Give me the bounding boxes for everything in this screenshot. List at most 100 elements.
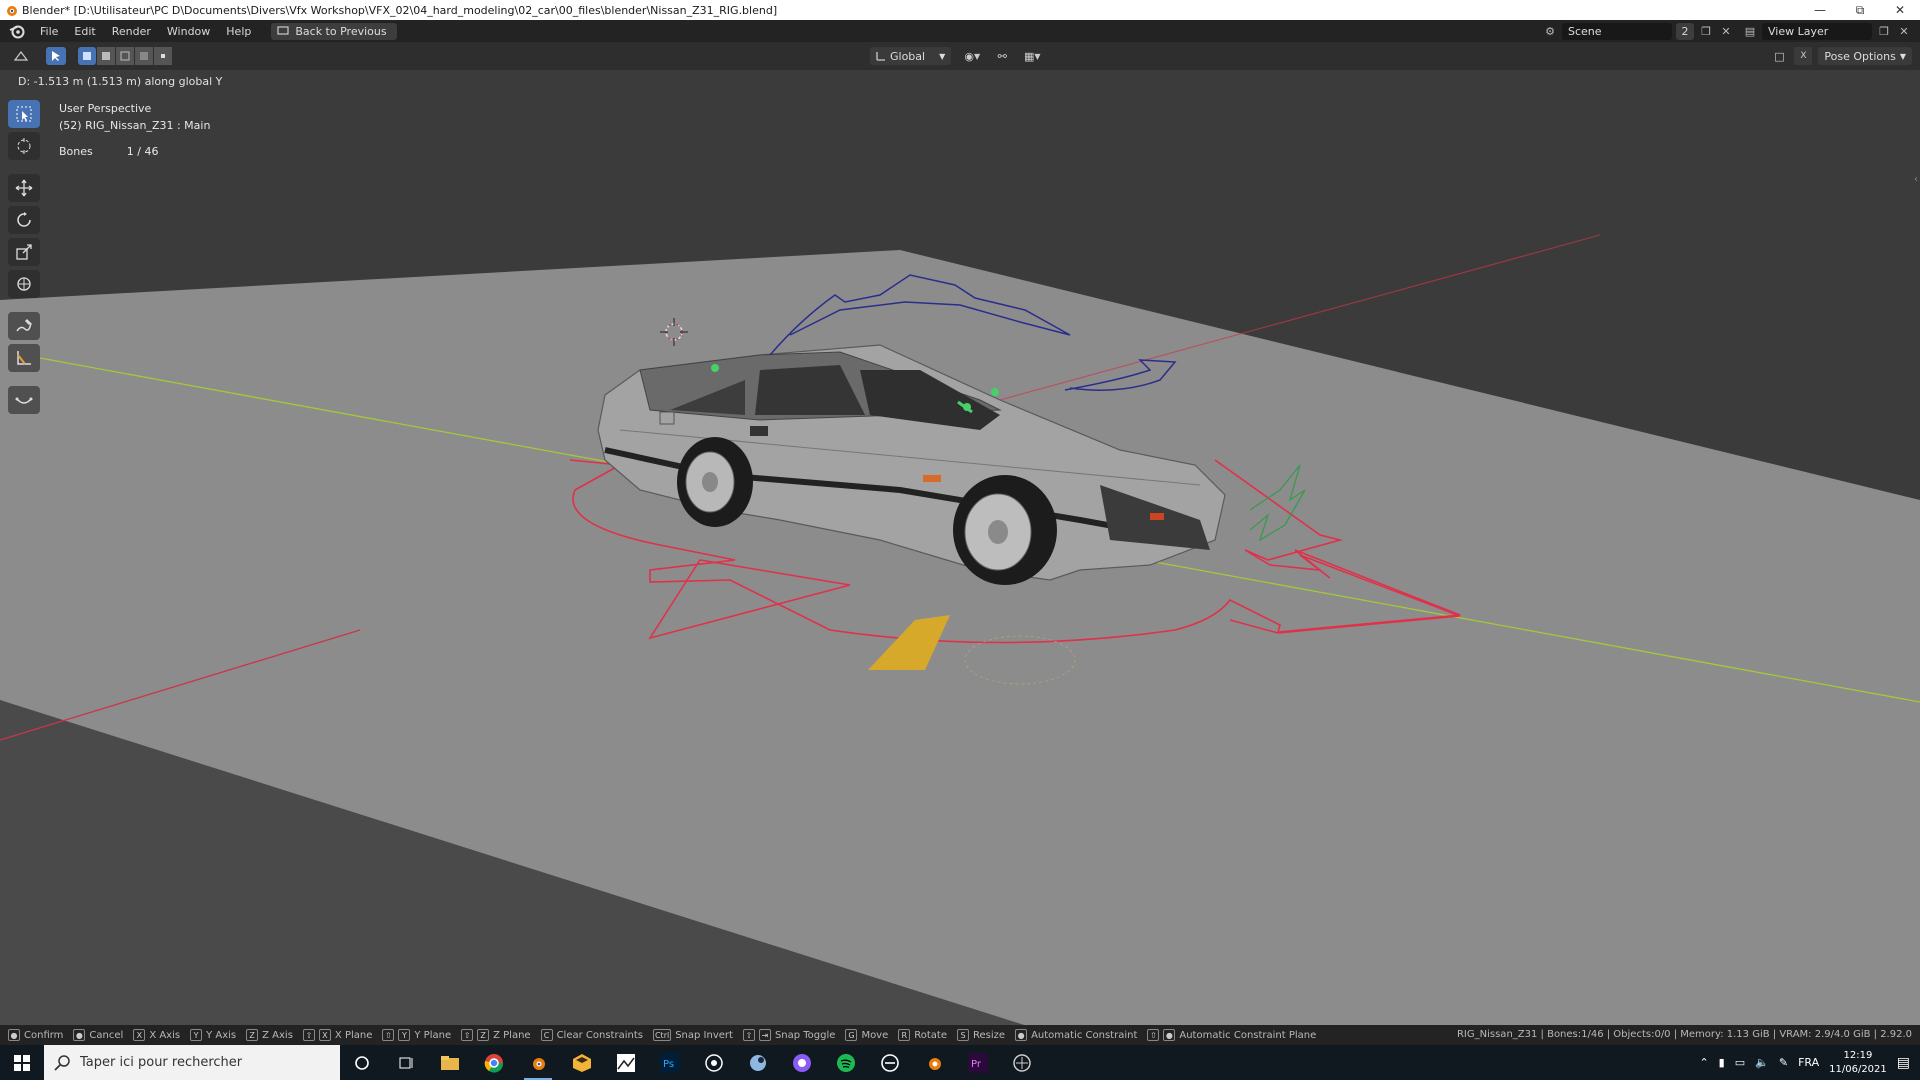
status-resize: S Resize <box>957 1029 1005 1041</box>
move-icon[interactable] <box>8 174 40 202</box>
scene-icon[interactable]: ⚙ <box>1542 23 1558 39</box>
windows-start-icon[interactable] <box>0 1045 44 1080</box>
cortana-icon[interactable] <box>340 1045 384 1080</box>
steam-like-icon[interactable] <box>736 1045 780 1080</box>
set-new-selection-icon[interactable] <box>78 47 96 65</box>
image-viewer-icon[interactable] <box>604 1045 648 1080</box>
delete-scene-icon[interactable]: ✕ <box>1718 23 1734 39</box>
scene-statistics: RIG_Nissan_Z31 | Bones:1/46 | Objects:0/… <box>1456 1029 1912 1040</box>
menu-help[interactable]: Help <box>218 25 259 38</box>
sidebar-toggle-icon[interactable]: ‹ <box>1914 174 1918 185</box>
pivot-point-icon[interactable]: ◉ ▼ <box>957 47 987 65</box>
blender-taskbar-icon[interactable] <box>516 1045 560 1080</box>
viewport-info-overlay: User Perspective (52) RIG_Nissan_Z31 : M… <box>59 100 210 160</box>
svg-text:Pr: Pr <box>971 1059 982 1070</box>
restore-icon[interactable]: ⧉ <box>1840 3 1880 18</box>
view-layer-icon[interactable]: ▤ <box>1742 23 1758 39</box>
tool-shelf <box>8 100 42 414</box>
discord-like-icon[interactable] <box>780 1045 824 1080</box>
mouse-middle-icon: ● <box>1163 1029 1176 1041</box>
delete-view-layer-icon[interactable]: ✕ <box>1896 23 1912 39</box>
system-tray: ⌃ ▮ ▭ 🔈 ✎ FRA 12:19 11/06/2021 ▤ <box>1699 1045 1920 1080</box>
shift-key-icon: ⇧ <box>1147 1029 1160 1041</box>
transform-tools: Global ▼ ◉ ▼ ⚯ ▦ ▼ <box>870 47 1047 65</box>
usb-icon[interactable]: ▮ <box>1719 1056 1725 1069</box>
photoshop-icon[interactable]: Ps <box>648 1045 692 1080</box>
cursor-icon[interactable] <box>8 132 40 160</box>
clock[interactable]: 12:19 11/06/2021 <box>1829 1049 1887 1077</box>
3d-viewport[interactable]: ‹ <box>0 70 1920 1025</box>
scene-users-count[interactable]: 2 <box>1676 22 1694 40</box>
blender-menu-icon[interactable] <box>8 22 26 40</box>
new-view-layer-icon[interactable]: ❐ <box>1876 23 1892 39</box>
pen-icon[interactable]: ✎ <box>1779 1056 1788 1069</box>
language-indicator[interactable]: FRA <box>1798 1056 1819 1069</box>
rotate-icon[interactable] <box>8 206 40 234</box>
status-x-plane: ⇧ X X Plane <box>302 1029 372 1041</box>
annotate-icon[interactable] <box>8 312 40 340</box>
transform-icon[interactable] <box>8 270 40 298</box>
top-menubar: File Edit Render Window Help Back to Pre… <box>0 20 1920 42</box>
mouse-left-icon: ● <box>8 1029 20 1041</box>
subtract-selection-icon[interactable] <box>116 47 134 65</box>
epic-like-icon[interactable] <box>868 1045 912 1080</box>
snap-target-icon[interactable]: ▦ ▼ <box>1017 47 1047 65</box>
menu-edit[interactable]: Edit <box>66 25 103 38</box>
3d-app-icon[interactable] <box>560 1045 604 1080</box>
menu-window[interactable]: Window <box>159 25 218 38</box>
file-explorer-icon[interactable] <box>428 1045 472 1080</box>
pose-options-label: Pose Options <box>1824 49 1896 63</box>
blender-alt-icon[interactable] <box>912 1045 956 1080</box>
status-y-plane: ⇧ Y Y Plane <box>382 1029 451 1041</box>
davinci-like-icon[interactable] <box>1000 1045 1044 1080</box>
scene-name-field[interactable]: Scene <box>1562 22 1672 40</box>
chrome-icon[interactable] <box>472 1045 516 1080</box>
viewport-header: Global ▼ ◉ ▼ ⚯ ▦ ▼ □ X Pose Options ▼ <box>0 42 1920 70</box>
orientation-label: Global <box>890 49 926 63</box>
bones-count: 1 / 46 <box>126 145 159 158</box>
orientation-dropdown[interactable]: Global ▼ <box>870 47 952 65</box>
operator-status-text: D: -1.513 m (1.513 m) along global Y <box>18 75 223 88</box>
view-layer-field[interactable]: View Layer <box>1762 22 1872 40</box>
select-box-icon[interactable] <box>8 100 40 128</box>
scale-icon[interactable] <box>8 238 40 266</box>
x-ray-icon[interactable]: □ <box>1770 47 1788 65</box>
intersect-selection-icon[interactable] <box>154 47 172 65</box>
menu-file[interactable]: File <box>32 25 66 38</box>
tray-expand-icon[interactable]: ⌃ <box>1699 1056 1708 1069</box>
status-cancel: ● Cancel <box>73 1029 123 1041</box>
minimize-icon[interactable]: — <box>1800 3 1840 17</box>
status-rotate: R Rotate <box>898 1029 947 1041</box>
select-mode-icon[interactable] <box>46 47 66 65</box>
bend-bone-icon[interactable] <box>8 386 40 414</box>
status-automatic-constraint-plane: ⇧ ● Automatic Constraint Plane <box>1147 1029 1316 1041</box>
spotify-icon[interactable] <box>824 1045 868 1080</box>
close-icon[interactable]: ✕ <box>1880 3 1920 17</box>
invert-selection-icon[interactable] <box>135 47 153 65</box>
chevron-down-icon: ▼ <box>1899 51 1906 61</box>
extend-selection-icon[interactable] <box>97 47 115 65</box>
bone-joint[interactable] <box>711 364 719 372</box>
status-bar: ● Confirm ● Cancel XX Axis YY Axis ZZ Axis… <box>0 1025 1920 1045</box>
volume-icon[interactable]: 🔈 <box>1755 1056 1769 1069</box>
editor-type-icon[interactable] <box>8 47 34 65</box>
measure-icon[interactable] <box>8 344 40 372</box>
pose-options-dropdown[interactable]: Pose Options ▼ <box>1818 47 1912 65</box>
obs-icon[interactable] <box>692 1045 736 1080</box>
taskbar-search-input[interactable]: Taper ici pour rechercher <box>44 1045 340 1080</box>
status-confirm: ● Confirm <box>8 1029 63 1041</box>
premiere-icon[interactable]: Pr <box>956 1045 1000 1080</box>
menu-render[interactable]: Render <box>104 25 159 38</box>
snap-icon[interactable]: ⚯ <box>993 47 1011 65</box>
tab-key-icon: ⇥ <box>758 1029 771 1041</box>
bone-joint[interactable] <box>991 388 999 396</box>
screen-icon <box>277 26 289 35</box>
new-scene-icon[interactable]: ❐ <box>1698 23 1714 39</box>
mirror-x-icon[interactable]: X <box>1794 47 1813 65</box>
task-view-icon[interactable] <box>384 1045 428 1080</box>
status-z-axis: ZZ Axis <box>246 1029 293 1041</box>
back-to-previous-button[interactable]: Back to Previous <box>271 22 397 40</box>
network-icon[interactable]: ▭ <box>1735 1056 1745 1069</box>
svg-text:Ps: Ps <box>663 1059 674 1070</box>
notifications-icon[interactable]: ▤ <box>1897 1055 1910 1071</box>
